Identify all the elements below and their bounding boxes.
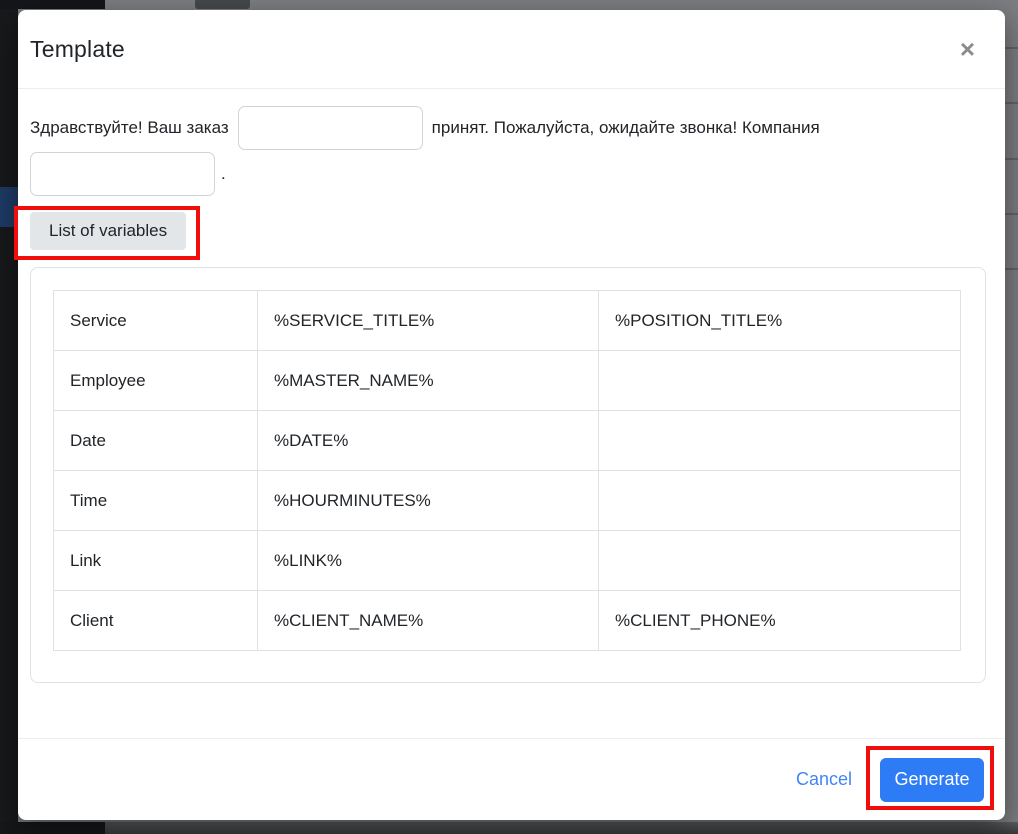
table-row: Client%CLIENT_NAME%%CLIENT_PHONE% (54, 591, 961, 651)
variable-value-cell: %MASTER_NAME% (258, 351, 599, 411)
background-sidebar-strip (0, 0, 18, 822)
template-line-1: Здравствуйте! Ваш заказ принят. Пожалуйс… (30, 106, 987, 150)
modal-body: Здравствуйте! Ваш заказ принят. Пожалуйс… (18, 89, 1005, 738)
variables-table: Service%SERVICE_TITLE%%POSITION_TITLE%Em… (53, 290, 961, 651)
background-table-line (1005, 158, 1018, 160)
variables-table-body: Service%SERVICE_TITLE%%POSITION_TITLE%Em… (54, 291, 961, 651)
template-text-period: . (221, 164, 226, 184)
background-table-line (1005, 102, 1018, 104)
background-bottom-strip (0, 822, 1018, 834)
close-icon[interactable]: × (954, 34, 981, 64)
variable-value-cell-2: %CLIENT_PHONE% (599, 591, 961, 651)
modal-title: Template (30, 36, 125, 63)
template-text-before: Здравствуйте! Ваш заказ (30, 118, 229, 138)
variable-value-cell: %LINK% (258, 531, 599, 591)
background-bottom-segment (0, 822, 105, 834)
variable-label-cell: Time (54, 471, 258, 531)
variable-value-cell-2: %POSITION_TITLE% (599, 291, 961, 351)
modal-footer: Cancel Generate (18, 738, 1005, 820)
order-input[interactable] (238, 106, 423, 150)
variable-value-cell: %DATE% (258, 411, 599, 471)
variable-value-cell: %CLIENT_NAME% (258, 591, 599, 651)
variable-value-cell-2 (599, 351, 961, 411)
variable-value-cell: %SERVICE_TITLE% (258, 291, 599, 351)
variable-label-cell: Employee (54, 351, 258, 411)
table-row: Employee%MASTER_NAME% (54, 351, 961, 411)
background-table-line (1005, 213, 1018, 215)
variable-value-cell-2 (599, 411, 961, 471)
variable-label-cell: Link (54, 531, 258, 591)
background-table-line (1005, 47, 1018, 49)
variable-value-cell: %HOURMINUTES% (258, 471, 599, 531)
table-row: Date%DATE% (54, 411, 961, 471)
template-text-after: принят. Пожалуйста, ожидайте звонка! Ком… (432, 118, 820, 138)
generate-button[interactable]: Generate (880, 758, 984, 802)
variable-label-cell: Date (54, 411, 258, 471)
list-of-variables-button[interactable]: List of variables (30, 212, 186, 250)
background-sidebar-active-item (0, 187, 18, 227)
background-topbar-segment (0, 0, 105, 9)
modal-header: Template × (18, 10, 1005, 89)
table-row: Link%LINK% (54, 531, 961, 591)
variable-label-cell: Service (54, 291, 258, 351)
background-table-line (1005, 268, 1018, 270)
table-row: Service%SERVICE_TITLE%%POSITION_TITLE% (54, 291, 961, 351)
template-line-2: . (30, 152, 987, 196)
template-modal: Template × Здравствуйте! Ваш заказ приня… (18, 10, 1005, 820)
variable-label-cell: Client (54, 591, 258, 651)
company-input[interactable] (30, 152, 215, 196)
cancel-button[interactable]: Cancel (796, 769, 852, 790)
variable-value-cell-2 (599, 531, 961, 591)
table-row: Time%HOURMINUTES% (54, 471, 961, 531)
background-topbar-button (195, 0, 250, 9)
variables-card: Service%SERVICE_TITLE%%POSITION_TITLE%Em… (30, 267, 986, 683)
variable-value-cell-2 (599, 471, 961, 531)
